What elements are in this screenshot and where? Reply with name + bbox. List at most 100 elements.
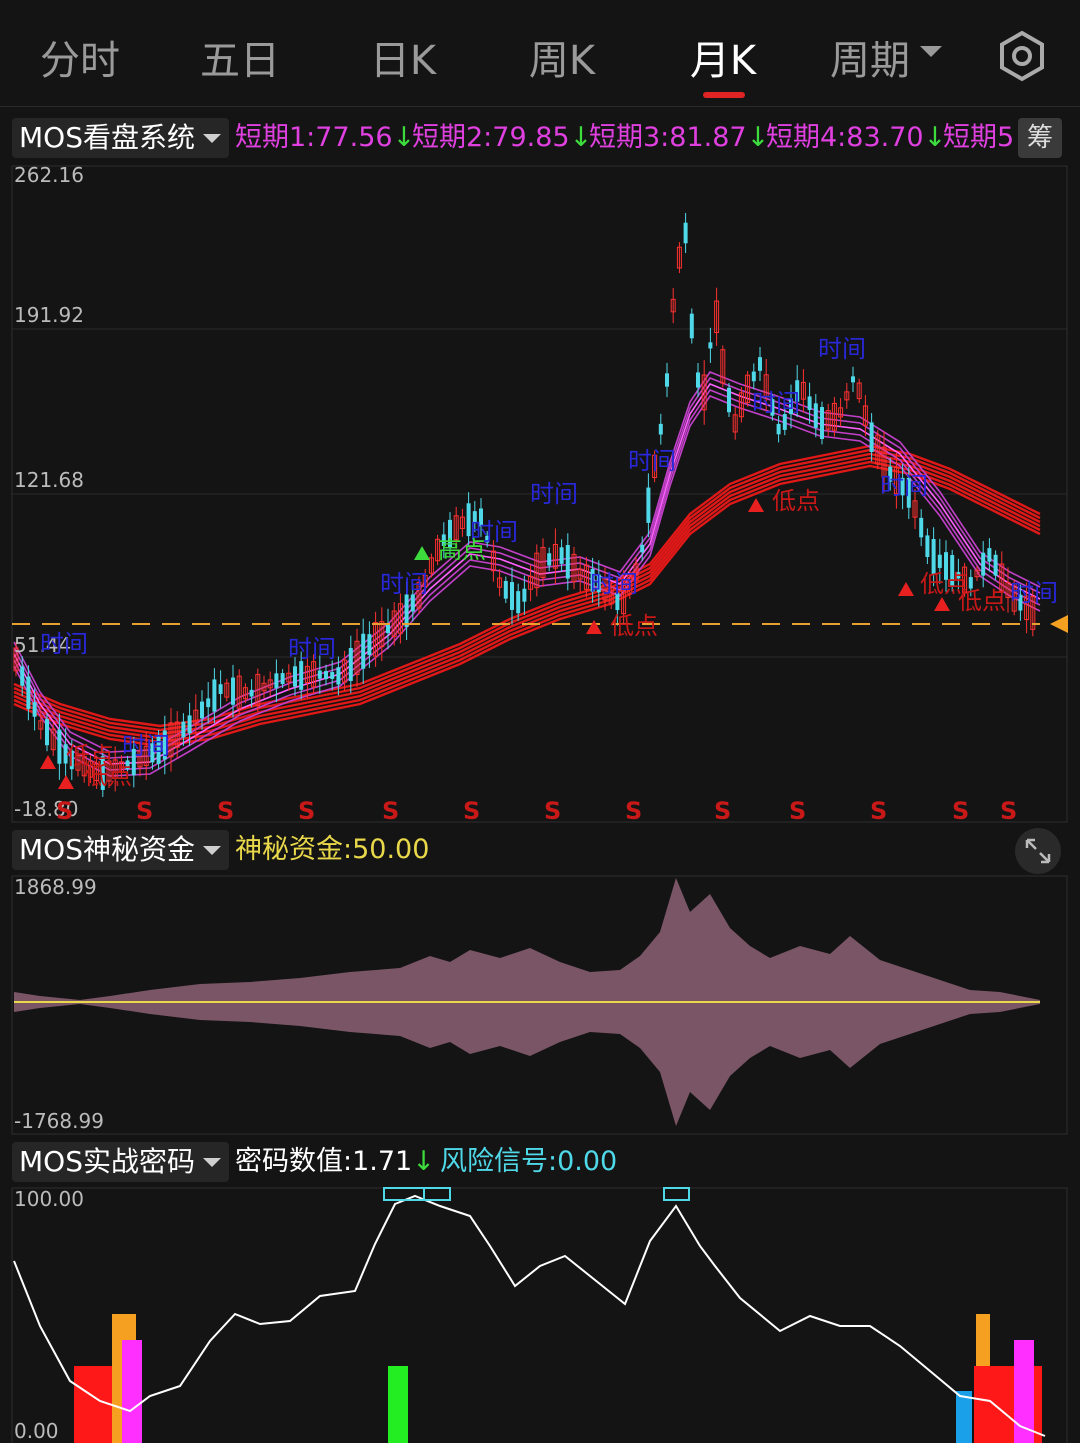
sell-signal-marker: S [463, 797, 480, 824]
candle-body [32, 702, 37, 717]
candle-body [522, 588, 527, 602]
main-indicator-header: MOS看盘系统 短期1:77.56↓ 短期2:79.85↓ 短期3:81.87↓… [0, 114, 1080, 164]
candle-body [249, 689, 254, 697]
sell-signal-marker: S [625, 797, 642, 824]
short2-readout: 短期2:79.85↓ [412, 122, 593, 153]
candle-body [993, 554, 998, 576]
candle-body [26, 676, 31, 709]
code-signal-bar [122, 1340, 142, 1443]
candle-body [299, 661, 304, 690]
short3-readout: 短期3:81.87↓ [589, 122, 770, 153]
short1-readout: 短期1:77.56↓ [235, 122, 416, 153]
short4-readout: 短期4:83.70↓ [766, 122, 947, 153]
candle-body [45, 719, 49, 746]
candle-body [869, 422, 874, 452]
time-annotation: 时间 [752, 389, 800, 417]
time-annotation: 时间 [380, 570, 428, 598]
sell-signal-marker: S [1000, 797, 1017, 824]
y-label-top: 262.16 [14, 164, 84, 187]
sell-signal-marker: S [298, 797, 315, 824]
candle-body [212, 679, 217, 712]
candle-body [807, 396, 812, 410]
candle-body [981, 552, 986, 576]
sell-signal-marker: S [714, 797, 731, 824]
sell-signal-marker: S [382, 797, 399, 824]
candle-body [330, 672, 335, 679]
main-kline-chart[interactable]: 262.16 191.92 121.68 51.44 -18.80 时间时间时间… [0, 164, 1080, 824]
candle-body [348, 647, 353, 681]
code-value-line [13, 1194, 1046, 1437]
tab-period[interactable]: 周期 [826, 28, 914, 86]
sell-signal-marker: S [952, 797, 969, 824]
candle-body [689, 313, 694, 339]
low-point-marker-icon [586, 620, 602, 634]
candle-body [547, 553, 552, 566]
tab-weekly-k[interactable]: 周K [526, 28, 598, 86]
candle-body [404, 594, 409, 627]
candle-body [565, 544, 570, 579]
candle-body [925, 535, 930, 557]
chevron-down-icon [920, 46, 942, 57]
tab-monthly-k[interactable]: 月K [686, 28, 760, 86]
settings-gear-icon[interactable] [996, 30, 1048, 82]
signal-box [423, 1187, 451, 1201]
candle-body [727, 387, 731, 413]
sell-signal-marker: S [544, 797, 561, 824]
code-value-readout: 密码数值:1.71↓ [235, 1146, 435, 1177]
candle-body [280, 673, 285, 685]
low-point-marker-icon [40, 755, 56, 769]
expand-icon[interactable] [1015, 828, 1061, 874]
fund-y-bottom: -1768.99 [14, 1109, 104, 1133]
sell-signal-marker: S [217, 797, 234, 824]
y-label-2: 191.92 [14, 303, 84, 327]
candle-body [665, 373, 669, 387]
time-annotation: 时间 [1010, 579, 1058, 607]
chip-distribution-button[interactable]: 筹 [1018, 118, 1062, 158]
code-indicator-header: MOS实战密码 密码数值:1.71↓ 风险信号:0.00 [0, 1138, 1080, 1188]
candle-body [20, 666, 25, 686]
low-point-marker-icon [934, 597, 950, 611]
candle-body [851, 376, 855, 383]
candle-body [820, 407, 824, 439]
low-point-marker-icon [898, 582, 914, 596]
high-point-annotation: 高点 [438, 536, 486, 564]
sell-signal-marker: S [136, 797, 153, 824]
code-line-chart[interactable]: 100.00 0.00 [0, 1186, 1080, 1443]
fund-readout: 神秘资金:50.00 [235, 834, 430, 865]
chevron-down-icon [202, 134, 221, 143]
low-point-annotation: 低点 [958, 587, 1006, 615]
main-indicator-dropdown[interactable]: MOS看盘系统 [12, 118, 229, 158]
candle-body [516, 591, 521, 614]
candle-body [813, 403, 818, 428]
candle-body [640, 544, 645, 553]
time-annotation: 时间 [40, 630, 88, 658]
ma-long-line [13, 460, 1041, 744]
candle-body [937, 554, 942, 568]
code-indicator-dropdown[interactable]: MOS实战密码 [12, 1142, 229, 1182]
time-annotation: 时间 [288, 635, 336, 663]
fund-indicator-dropdown[interactable]: MOS神秘资金 [12, 830, 229, 870]
fund-area-chart[interactable]: 1868.99 -1768.99 [0, 874, 1080, 1136]
fund-indicator-name: MOS神秘资金 [19, 833, 195, 866]
short5-readout: 短期5 [943, 122, 1015, 153]
low-point-annotation: 低点 [610, 612, 658, 640]
candle-body [510, 582, 514, 610]
candle-body [218, 684, 223, 694]
candle-body [987, 548, 992, 562]
sell-signal-marker: S [789, 797, 806, 824]
candle-body [231, 677, 235, 705]
ma-short-line [13, 371, 1041, 753]
candle-body [367, 634, 372, 656]
tab-five-day[interactable]: 五日 [198, 28, 282, 86]
candle-body [386, 624, 390, 634]
candle-body [206, 698, 211, 708]
price-pointer-icon [1050, 615, 1068, 633]
candle-body [200, 701, 204, 719]
code-indicator-name: MOS实战密码 [19, 1145, 195, 1178]
tab-intraday[interactable]: 分时 [38, 28, 122, 86]
tab-daily-k[interactable]: 日K [368, 28, 438, 86]
low-point-annotation: 低点 [84, 762, 132, 790]
time-annotation: 时间 [590, 570, 638, 598]
candle-body [336, 667, 341, 685]
time-annotation: 时间 [530, 480, 578, 508]
